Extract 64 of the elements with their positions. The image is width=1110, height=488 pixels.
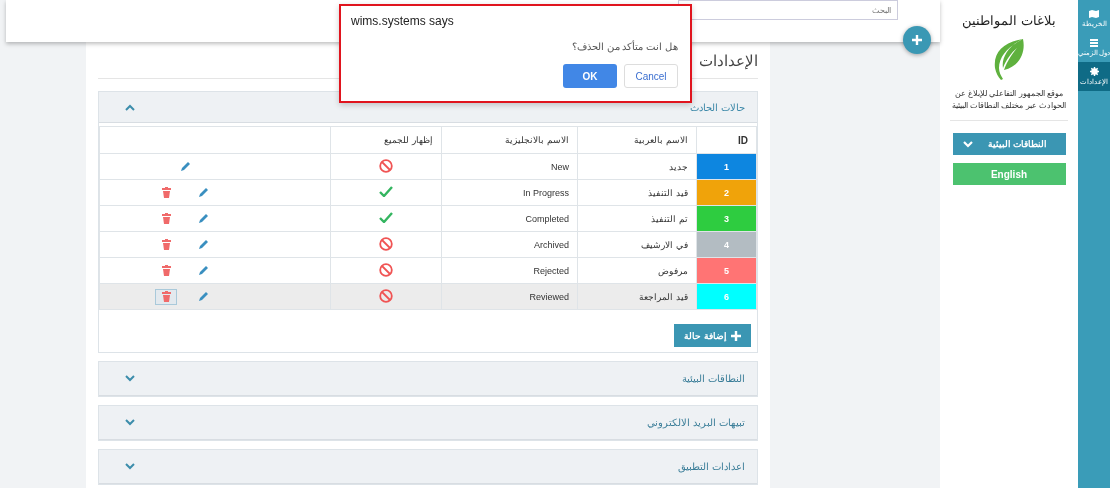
environment-dropdown[interactable]: النطاقات البيئية	[952, 133, 1066, 155]
cancel-button[interactable]: Cancel	[624, 64, 678, 88]
id-cell: 2	[696, 179, 757, 206]
section-title: النطاقات البيئية	[682, 373, 745, 384]
settings-icon	[1089, 67, 1099, 76]
ok-button[interactable]: OK	[563, 64, 617, 88]
pencil-icon[interactable]	[197, 187, 209, 198]
pencil-icon[interactable]	[197, 213, 209, 224]
section-title: اعدادات التطبيق	[678, 461, 745, 472]
plus-icon	[912, 35, 922, 45]
id-cell: 6	[696, 283, 757, 310]
chevron-up-icon	[125, 103, 135, 111]
delete-button[interactable]	[155, 288, 178, 305]
column-header: الاسم بالانجليزية	[441, 126, 578, 154]
column-header: ID	[696, 126, 757, 154]
column-header: الاسم بالعربية	[577, 126, 697, 154]
table-cell: جديد	[577, 153, 697, 180]
id-cell: 1	[696, 153, 757, 180]
pencil-icon[interactable]	[179, 161, 191, 172]
table-cell: Rejected	[441, 257, 578, 284]
id-cell: 3	[696, 205, 757, 232]
chevron-down-icon	[962, 140, 973, 148]
section-title: حالات الحادث	[690, 101, 745, 113]
add-status-button[interactable]: إضافة حالة	[674, 324, 751, 347]
table-cell: In Progress	[441, 179, 578, 206]
list-icon	[1090, 38, 1098, 47]
table-cell: Archived	[441, 231, 578, 258]
trash-icon[interactable]	[161, 187, 171, 198]
pencil-icon[interactable]	[197, 265, 209, 276]
table-cell: في الارشيف	[577, 231, 697, 258]
chevron-down-icon	[125, 463, 135, 470]
table-cell: قيد المراجعة	[577, 283, 697, 310]
table-cell: قيد التنفيذ	[577, 179, 697, 206]
page-title: الإعدادات	[699, 52, 758, 70]
pencil-icon[interactable]	[197, 291, 209, 302]
accordion-header[interactable]: النطاقات البيئية	[99, 362, 757, 396]
dialog-title: wims.systems says	[351, 14, 455, 28]
search-field[interactable]: البحث	[678, 0, 898, 20]
table-cell: New	[441, 153, 578, 180]
trash-icon[interactable]	[161, 265, 171, 276]
column-header: إظهار للجميع	[330, 126, 442, 154]
table-cell: مرفوض	[577, 257, 697, 284]
table-cell: Reviewed	[441, 283, 578, 310]
chevron-down-icon	[125, 419, 135, 426]
table-cell: Completed	[441, 205, 578, 232]
trash-icon[interactable]	[161, 213, 171, 224]
site-description: موقع الجمهور التفاعلي للإبلاغ عن الحوادث عبر مختلف النطاقات البيئية	[950, 88, 1068, 121]
id-cell: 4	[696, 231, 757, 258]
map-icon	[1089, 9, 1099, 18]
add-button[interactable]	[903, 26, 931, 54]
dialog-message: هل انت متأكد من الحذف؟	[570, 41, 678, 52]
chevron-down-icon	[125, 375, 135, 382]
plus-icon	[731, 330, 741, 341]
section-title: تبيهات البريد الالكتروني	[647, 417, 745, 428]
language-button[interactable]: English	[952, 163, 1066, 185]
table-cell: تم التنفيذ	[577, 205, 697, 232]
id-cell: 5	[696, 257, 757, 284]
trash-icon[interactable]	[161, 239, 171, 250]
pencil-icon[interactable]	[197, 239, 209, 250]
site-title: بلاغات المواطنين	[962, 13, 1056, 28]
trash-icon[interactable]	[161, 291, 171, 302]
leaf-logo	[992, 38, 1026, 80]
accordion-header[interactable]: تبيهات البريد الالكتروني	[99, 406, 757, 440]
accordion-header[interactable]: اعدادات التطبيق	[99, 450, 757, 484]
